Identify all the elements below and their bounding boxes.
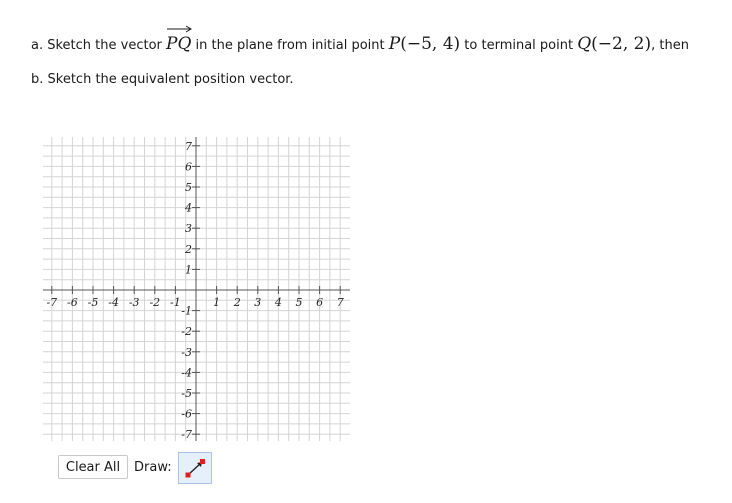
x-tick-label: 4 bbox=[274, 296, 282, 309]
y-tick-label: 5 bbox=[185, 181, 192, 194]
y-tick-label: -1 bbox=[181, 305, 192, 318]
x-tick-label: 5 bbox=[296, 296, 303, 309]
y-tick-label: 6 bbox=[185, 160, 192, 173]
x-tick-label: -5 bbox=[88, 296, 99, 309]
x-tick-label: -7 bbox=[46, 296, 57, 309]
x-tick-label: -4 bbox=[108, 296, 119, 309]
y-tick-label: 2 bbox=[184, 243, 192, 256]
y-tick-label: -2 bbox=[181, 325, 192, 338]
x-tick-label: 2 bbox=[233, 296, 241, 309]
y-tick-label: 3 bbox=[185, 222, 192, 235]
x-tick-label: 6 bbox=[316, 296, 323, 309]
y-tick-label: -6 bbox=[181, 408, 192, 421]
x-tick-label: -1 bbox=[170, 296, 181, 309]
draw-label: Draw: bbox=[134, 460, 172, 475]
x-tick-label: -3 bbox=[129, 296, 140, 309]
x-tick-label: 1 bbox=[213, 296, 220, 309]
x-tick-label: 7 bbox=[337, 296, 344, 309]
y-tick-label: 4 bbox=[184, 202, 192, 215]
clear-all-button[interactable]: Clear All bbox=[58, 455, 128, 479]
axes bbox=[43, 137, 350, 441]
x-tick-label: -2 bbox=[149, 296, 160, 309]
y-tick-label: -3 bbox=[181, 346, 192, 359]
vector-draw-tool-button[interactable] bbox=[178, 452, 212, 484]
y-tick-label: -7 bbox=[181, 428, 192, 441]
y-tick-label: -4 bbox=[181, 366, 192, 379]
y-tick-label: 1 bbox=[185, 263, 192, 276]
y-tick-label: -5 bbox=[181, 387, 192, 400]
x-tick-label: -6 bbox=[67, 296, 78, 309]
y-tick-label: 7 bbox=[185, 140, 192, 153]
vector-arrow-icon bbox=[185, 459, 205, 478]
x-tick-label: 3 bbox=[254, 296, 261, 309]
coordinate-graph[interactable]: -7 -6 -5 -4 -3 -2 -1 1 2 3 4 5 6 77654321-1-2-3-4-5-6… bbox=[0, 0, 732, 503]
